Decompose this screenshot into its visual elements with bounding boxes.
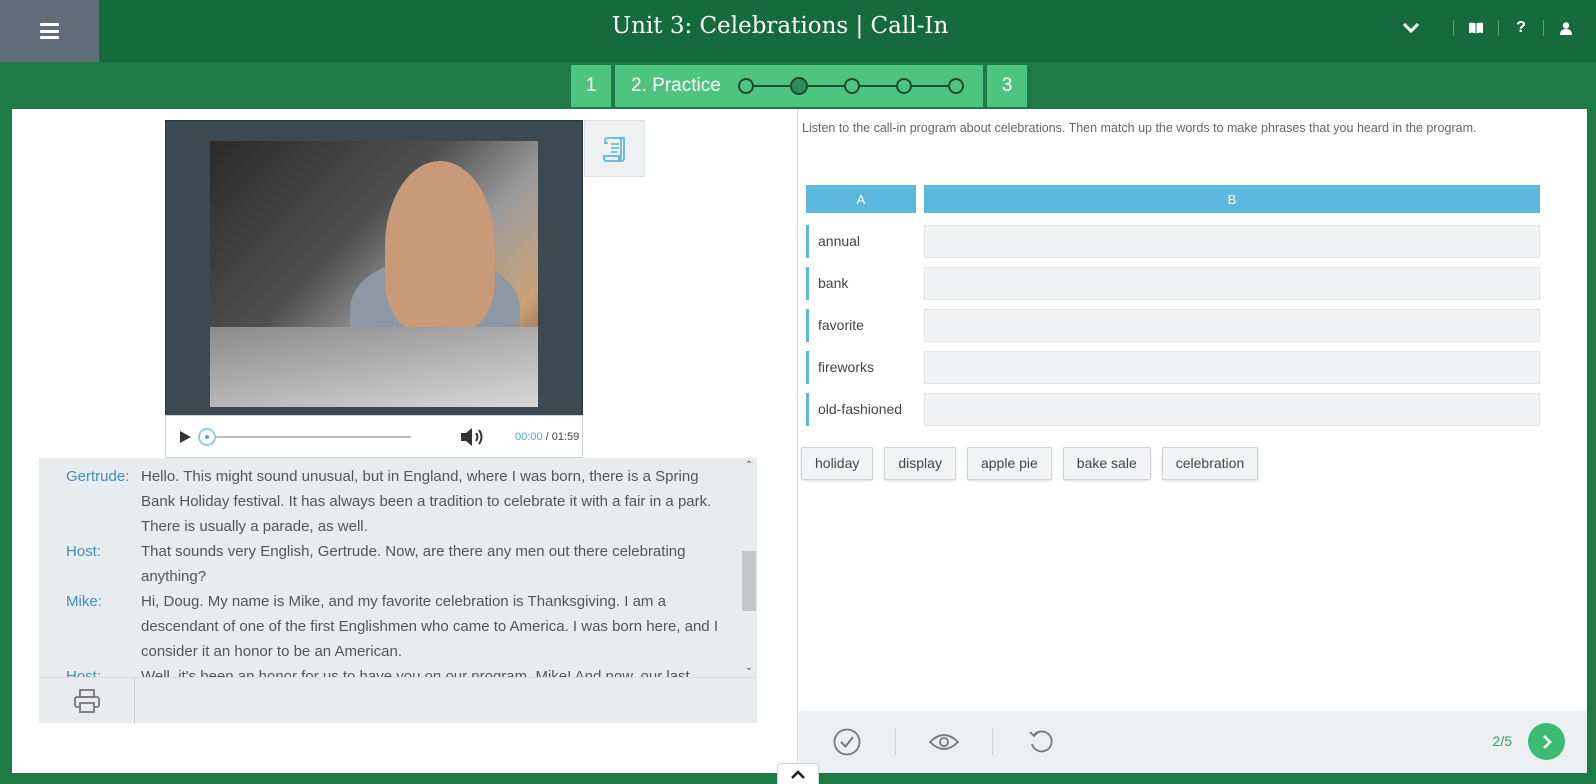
match-row: old-fashioned	[806, 388, 1540, 430]
page-title: Unit 3: Celebrations | Call-In	[611, 13, 949, 39]
seek-bar[interactable]	[198, 427, 411, 446]
answer-options: holiday display apple pie bake sale celebrat…	[801, 447, 1269, 480]
transcript-scrollbar[interactable]: ⌃ ⌄	[740, 458, 757, 677]
eye-icon	[928, 734, 960, 750]
step-2-active: 2. Practice	[615, 65, 983, 107]
radio-host-photo	[210, 141, 538, 407]
answer-chip[interactable]: apple pie	[966, 447, 1052, 480]
answer-chip[interactable]: holiday	[801, 447, 874, 480]
speaker-name: Mike:	[66, 593, 102, 610]
next-button[interactable]	[1528, 723, 1565, 760]
check-circle-icon	[833, 728, 861, 756]
step-2-label: 2. Practice	[631, 75, 721, 96]
print-icon	[73, 689, 100, 713]
exercise-toolbar: 2/5	[799, 711, 1587, 773]
match-word: old-fashioned	[806, 392, 916, 426]
menu-icon	[40, 23, 59, 39]
scroll-down-arrow[interactable]: ⌄	[742, 661, 756, 675]
match-row: bank	[806, 262, 1540, 304]
drop-slot[interactable]	[924, 224, 1540, 258]
step-3-button[interactable]: 3	[987, 65, 1027, 107]
match-word: fireworks	[806, 350, 916, 384]
progress-connector	[808, 85, 844, 87]
drop-slot[interactable]	[924, 266, 1540, 300]
divider	[1453, 20, 1454, 36]
speaker-name: Gertrude:	[66, 468, 130, 485]
scroll-thumb[interactable]	[742, 551, 756, 611]
match-word: bank	[806, 266, 916, 300]
seek-handle[interactable]	[198, 427, 216, 446]
transcript-line: Mike: Hi, Doug. My name is Mike, and my f…	[39, 589, 719, 664]
progress-connector	[912, 85, 948, 87]
instructions: Listen to the call-in program about cele…	[802, 121, 1477, 135]
match-word: annual	[806, 224, 916, 258]
column-b-header: B	[924, 185, 1540, 213]
step-progress-dots	[738, 76, 964, 96]
menu-button[interactable]	[0, 0, 99, 62]
drop-slot[interactable]	[924, 350, 1540, 384]
speaker-name: Host:	[66, 668, 102, 677]
progress-connector	[860, 85, 896, 87]
transcript-panel[interactable]: Gertrude: Hello. This might sound unusual…	[39, 458, 757, 677]
step-1-button[interactable]: 1	[571, 65, 611, 107]
reset-icon	[1029, 730, 1053, 753]
divider	[1498, 20, 1499, 36]
page-counter: 2/5	[1492, 733, 1512, 749]
match-row: fireworks	[806, 346, 1540, 388]
answer-chip[interactable]: display	[884, 447, 956, 480]
answer-chip[interactable]: bake sale	[1062, 447, 1151, 480]
transcript-line: Host: Well, it's been an honor for us to …	[39, 664, 719, 677]
transcript-toolbar	[39, 677, 757, 724]
time-total: / 01:59	[545, 430, 580, 443]
progress-dot[interactable]	[896, 78, 912, 94]
progress-dot[interactable]	[844, 78, 860, 94]
user-icon[interactable]	[1552, 14, 1580, 42]
show-answer-button[interactable]	[896, 711, 992, 773]
speech-text: Well, it's been an honor for us to have …	[141, 668, 690, 677]
progress-connector	[754, 85, 790, 87]
speaker-name: Host:	[66, 543, 102, 560]
main-content: 00:00 / 01:59 Gertrude: Hello. This might…	[12, 109, 1587, 773]
step-navigator: 1 2. Practice 3	[571, 65, 1027, 107]
scroll-up-arrow[interactable]: ⌃	[742, 459, 756, 473]
left-panel: 00:00 / 01:59 Gertrude: Hello. This might…	[12, 109, 798, 773]
script-icon	[602, 136, 625, 162]
volume-icon[interactable]	[459, 427, 487, 447]
time-current: 00:00	[515, 430, 543, 443]
transcript-line: Host: That sounds very English, Gertrude.…	[39, 539, 719, 589]
play-icon[interactable]	[178, 430, 192, 444]
help-glyph: ?	[1516, 19, 1526, 36]
drop-slot[interactable]	[924, 392, 1540, 426]
chevron-up-icon	[791, 769, 805, 779]
chevron-down-icon[interactable]	[1397, 14, 1425, 42]
progress-dot[interactable]	[738, 78, 754, 94]
speech-text: That sounds very English, Gertrude. Now,…	[141, 543, 686, 585]
match-row: favorite	[806, 304, 1540, 346]
match-word: favorite	[806, 308, 916, 342]
time-display: 00:00 / 01:59	[515, 431, 579, 443]
media-player	[165, 120, 583, 455]
transcript-line: Gertrude: Hello. This might sound unusual…	[39, 464, 719, 539]
answer-chip[interactable]: celebration	[1161, 447, 1259, 480]
drop-slot[interactable]	[924, 308, 1540, 342]
chevron-right-icon	[1542, 734, 1552, 749]
progress-dot[interactable]	[948, 78, 964, 94]
speech-text: Hi, Doug. My name is Mike, and my favori…	[141, 593, 718, 660]
top-icons: ?	[1397, 0, 1596, 56]
match-row: annual	[806, 220, 1540, 262]
column-a-header: A	[806, 185, 916, 213]
collapse-button[interactable]	[777, 763, 819, 784]
print-button[interactable]	[39, 678, 135, 724]
audio-controls: 00:00 / 01:59	[165, 415, 583, 458]
help-icon[interactable]: ?	[1507, 14, 1535, 42]
transcript-toggle-button[interactable]	[584, 120, 645, 177]
book-icon[interactable]	[1462, 14, 1490, 42]
progress-dot[interactable]	[790, 77, 808, 95]
right-panel: Listen to the call-in program about cele…	[799, 109, 1587, 773]
speech-text: Hello. This might sound unusual, but in …	[141, 468, 712, 535]
top-bar: Unit 3: Celebrations | Call-In ?	[0, 0, 1596, 62]
divider	[1543, 20, 1544, 36]
reset-button[interactable]	[993, 711, 1089, 773]
match-rows: annual bank favorite fireworks old-fashioned	[806, 220, 1540, 430]
